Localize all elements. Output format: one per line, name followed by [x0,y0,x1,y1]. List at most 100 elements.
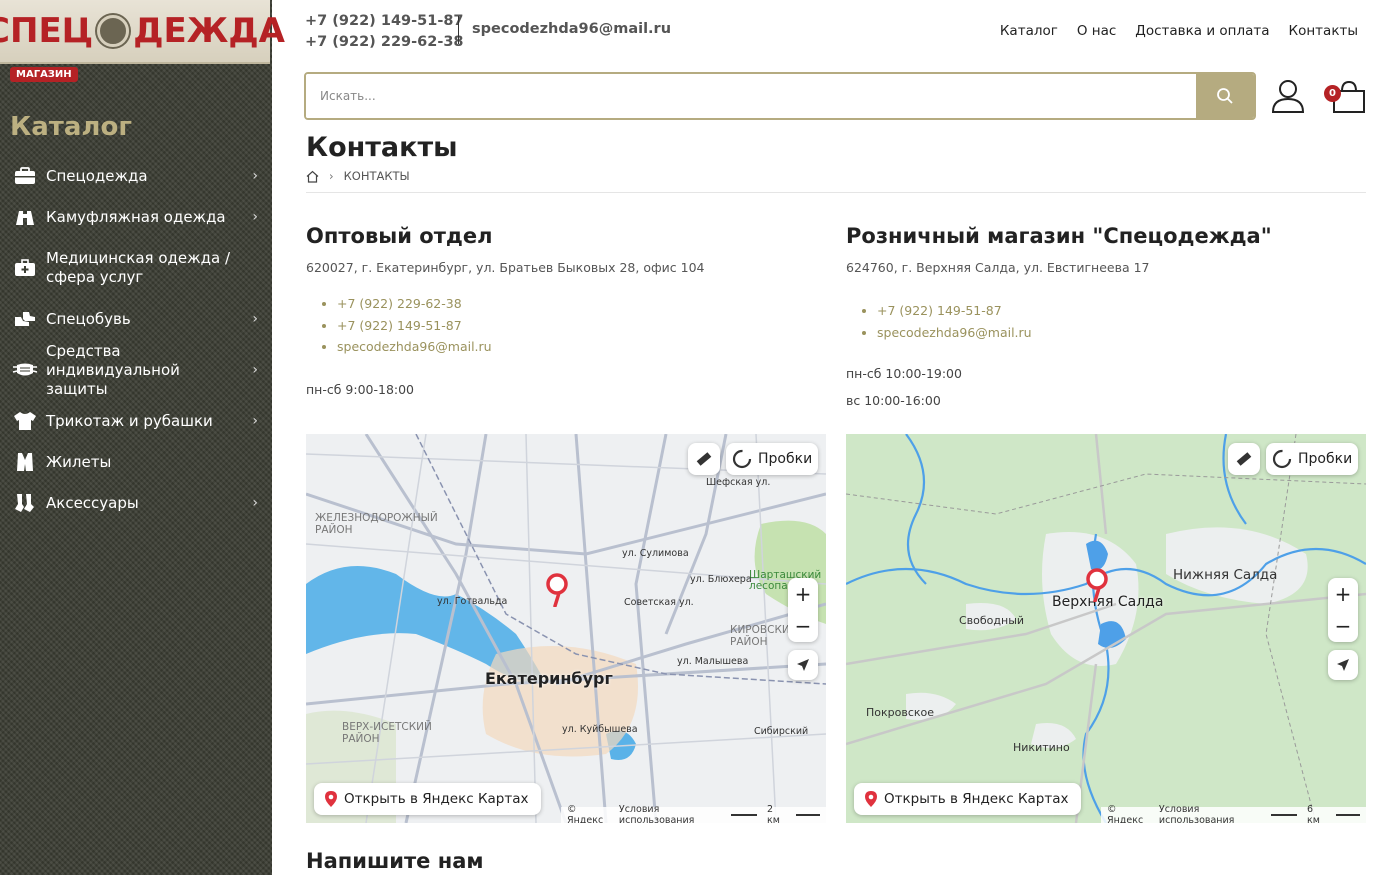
phone-link[interactable]: +7 (922) 229-62-38 [305,32,464,53]
breadcrumb-separator-icon: › [329,169,334,183]
geolocation-button[interactable] [788,650,818,680]
search-icon [1217,88,1233,104]
nav-catalog[interactable]: Каталог [1000,23,1058,39]
retail-contacts: +7 (922) 149-51-87 specodezhda96@mail.ru [877,300,1366,343]
retail-hours: пн-сб 10:00-19:00 вс 10:00-16:00 [846,360,1366,414]
zoom-out-button[interactable]: − [795,614,812,638]
sidebar-item-ppe[interactable]: Средства индивидуальной защиты › [0,340,272,400]
map-label: Советская ул. [624,597,694,608]
sidebar-item-medical[interactable]: Медицинская одежда / сфера услуг [0,238,272,298]
logo-text-right: ДЕЖДА [133,11,285,51]
zoom-in-button[interactable]: + [1335,582,1352,606]
map-label: ул. Куйбышева [562,724,638,735]
scale-label: 2 км [767,804,780,823]
wholesale-title: Оптовый отдел [306,224,493,248]
wholesale-contacts: +7 (922) 229-62-38 +7 (922) 149-51-87 sp… [337,293,826,358]
map-yekaterinburg[interactable]: ЖЕЛЕЗНОДОРОЖНЫЙ РАЙОН КИРОВСКИЙ РАЙОН ВЕ… [306,434,826,823]
sidebar-item-footwear[interactable]: Спецобувь › [0,298,272,340]
logo[interactable]: СПЕЦ ДЕЖДА [0,0,285,64]
wholesale-hours: пн-сб 9:00-18:00 [306,376,826,403]
logo-tag: МАГАЗИН [10,67,78,82]
traffic-button[interactable]: Пробки [726,443,818,475]
map-label: Шефская ул. [706,477,771,488]
map-label: Нижняя Салда [1173,567,1278,583]
sidebar-item-specodezhda[interactable]: Спецодежда › [0,156,272,196]
socks-icon [12,492,38,514]
traffic-button[interactable]: Пробки [1266,443,1358,475]
scale-label: 6 км [1307,804,1320,823]
map-label: ул. Сулимова [622,548,689,559]
ruler-button[interactable] [1228,443,1260,475]
map-label: Свободный [959,614,1025,627]
sidebar-item-knitwear[interactable]: Трикотаж и рубашки › [0,400,272,442]
hours-line: вс 10:00-16:00 [846,393,941,408]
contact-phone-link[interactable]: +7 (922) 229-62-38 [337,293,826,315]
contact-phone-link[interactable]: +7 (922) 149-51-87 [877,300,1366,322]
contact-email-link[interactable]: specodezhda96@mail.ru [337,336,826,358]
search-button[interactable] [1196,74,1254,118]
phone-link[interactable]: +7 (922) 149-51-87 [305,11,464,32]
zoom-in-button[interactable]: + [795,582,812,606]
traffic-label: Пробки [1298,451,1353,467]
traffic-icon [1272,449,1292,469]
sidebar: СПЕЦ ДЕЖДА МАГАЗИН Каталог Спецодежда › … [0,0,285,875]
catalog-title: Каталог [10,112,132,142]
ruler-button[interactable] [688,443,720,475]
nav-delivery[interactable]: Доставка и оплата [1135,23,1269,39]
search-input[interactable] [306,74,1196,118]
cart-count-badge: 0 [1324,85,1341,102]
geolocation-button[interactable] [1328,650,1358,680]
zoom-out-button[interactable]: − [1335,614,1352,638]
copyright-text[interactable]: © Яндекс [1107,804,1149,823]
sidebar-item-label: Аксессуары [46,494,139,512]
hours-line: пн-сб 10:00-19:00 [846,366,962,381]
open-in-yandex-label: Открыть в Яндекс Картах [884,791,1069,807]
mask-icon [12,359,38,381]
hours-line: пн-сб 9:00-18:00 [306,381,415,397]
map-copyright: © Яндекс Условия использования 6 км [1101,804,1366,823]
sidebar-item-label: Спецобувь [46,310,131,328]
sidebar-item-camo[interactable]: Камуфляжная одежда › [0,196,272,238]
open-in-yandex-button[interactable]: Открыть в Яндекс Картах [854,783,1081,815]
breadcrumb: › КОНТАКТЫ [306,169,410,183]
terms-link[interactable]: Условия использования [1159,804,1261,823]
chevron-right-icon: › [252,311,258,327]
tshirt-icon [12,410,38,432]
home-icon[interactable] [306,170,319,183]
contact-email-link[interactable]: specodezhda96@mail.ru [877,322,1366,344]
sidebar-item-label: Трикотаж и рубашки [46,412,213,430]
open-in-yandex-button[interactable]: Открыть в Яндекс Картах [314,783,541,815]
traffic-icon [732,449,752,469]
top-nav: Каталог О нас Доставка и оплата Контакты [1000,23,1358,39]
user-icon[interactable] [1270,78,1306,114]
logo-text-left: СПЕЦ [0,11,94,51]
map-pin-icon[interactable] [1085,568,1109,602]
sidebar-item-vests[interactable]: Жилеты [0,442,272,482]
sidebar-item-accessories[interactable]: Аксессуары › [0,482,272,524]
nav-contacts[interactable]: Контакты [1289,23,1358,39]
copyright-text[interactable]: © Яндекс [567,804,609,823]
map-canvas[interactable] [846,434,1366,823]
yandex-pin-icon [865,791,877,807]
search-bar [304,72,1256,120]
zoom-controls: + − [788,578,818,642]
divider [306,192,1366,193]
map-copyright: © Яндекс Условия использования 2 км [561,804,826,823]
zoom-controls: + − [1328,578,1358,642]
map-label: ул. Блюхера [690,574,752,585]
header-email[interactable]: specodezhda96@mail.ru [472,21,671,37]
chevron-right-icon: › [252,209,258,225]
map-pin-icon[interactable] [545,573,569,607]
contact-phone-link[interactable]: +7 (922) 149-51-87 [337,315,826,337]
ruler-icon [1236,452,1252,466]
terms-link[interactable]: Условия использования [619,804,721,823]
map-verkhnyaya-salda[interactable]: Верхняя Салда Нижняя Салда Свободный Пок… [846,434,1366,823]
map-label: ул. Малышева [677,656,749,667]
header-divider [458,16,459,44]
medkit-icon [12,257,38,279]
chevron-right-icon: › [252,168,258,184]
boots-icon [12,308,38,330]
nav-about[interactable]: О нас [1077,23,1116,39]
map-label: Покровское [866,706,935,719]
map-label: ЖЕЛЕЗНОДОРОЖНЫЙ РАЙОН [315,512,438,536]
